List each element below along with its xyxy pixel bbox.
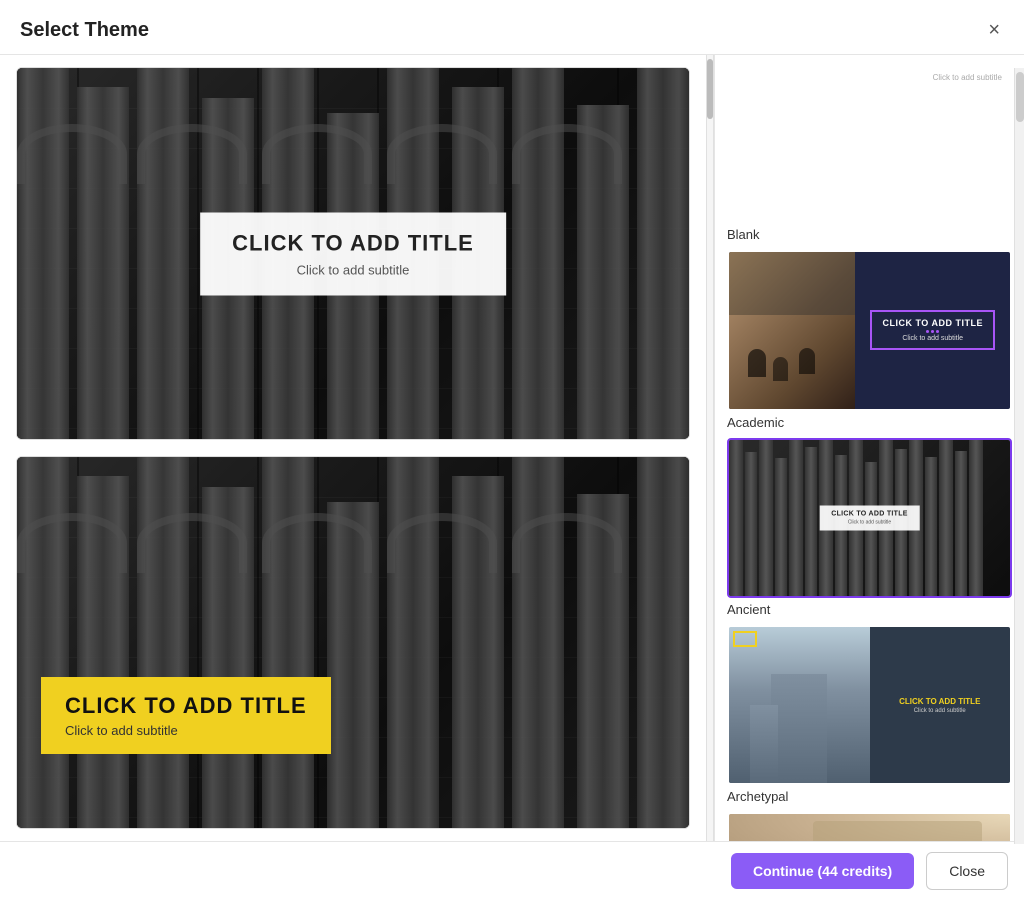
academic-subtitle: Click to add subtitle <box>882 335 983 342</box>
theme-item-archetypal[interactable]: CLICK TO ADD TITLE Click to add subtitle… <box>727 625 1012 804</box>
theme-item-ancient[interactable]: CLICK TO ADD TITLE Click to add subtitle… <box>727 438 1012 617</box>
theme-list-scrollbar[interactable] <box>1014 68 1024 841</box>
theme-name-ancient: Ancient <box>727 602 1012 617</box>
archetypal-subtitle: Click to add subtitle <box>899 708 980 714</box>
slide2-subtitle: Click to add subtitle <box>65 723 307 738</box>
theme-item-academic[interactable]: CLICK TO ADD TITLE Click to add subtitle… <box>727 250 1012 429</box>
preview-scrollbar[interactable] <box>706 55 714 841</box>
select-theme-dialog: Select Theme × <box>0 0 1024 900</box>
theme-panel: Click to add subtitle Blank <box>714 55 1024 841</box>
slide2-content-box[interactable]: CLICK TO ADD TITLE Click to add subtitle <box>41 677 331 754</box>
preview-slide-1[interactable]: CLICK TO ADD TITLE Click to add subtitle <box>16 67 690 440</box>
preview-panel: CLICK TO ADD TITLE Click to add subtitle <box>0 55 706 841</box>
academic-dots <box>882 330 983 333</box>
theme-scrollbar-thumb[interactable] <box>1016 72 1024 122</box>
theme-name-academic: Academic <box>727 415 1012 430</box>
theme-thumbnail-archetypal[interactable]: CLICK TO ADD TITLE Click to add subtitle <box>727 625 1012 785</box>
close-button[interactable]: Close <box>926 852 1008 890</box>
slide2-title: CLICK TO ADD TITLE <box>65 693 307 719</box>
academic-title: CLICK TO ADD TITLE <box>882 318 983 328</box>
ancient-mini-title: CLICK TO ADD TITLE <box>831 510 908 517</box>
slide1-content-box[interactable]: CLICK TO ADD TITLE Click to add subtitle <box>200 212 506 295</box>
academic-content-box: CLICK TO ADD TITLE Click to add subtitle <box>870 310 995 350</box>
archetypal-content: CLICK TO ADD TITLE Click to add subtitle <box>899 697 980 714</box>
theme-name-archetypal: Archetypal <box>727 789 1012 804</box>
blank-subtitle-hint: Click to add subtitle <box>933 73 1002 82</box>
slide1-title: CLICK TO ADD TITLE <box>232 230 474 256</box>
ancient-mini-content: CLICK TO ADD TITLE Click to add subtitle <box>819 505 920 530</box>
theme-thumbnail-blank[interactable]: Click to add subtitle <box>727 63 1012 223</box>
dialog-title: Select Theme <box>20 19 149 42</box>
theme-thumbnail-last[interactable] <box>727 812 1012 841</box>
theme-item-blank[interactable]: Click to add subtitle Blank <box>727 63 1012 242</box>
theme-list: Click to add subtitle Blank <box>715 55 1024 841</box>
theme-thumbnail-ancient[interactable]: CLICK TO ADD TITLE Click to add subtitle <box>727 438 1012 598</box>
ancient-mini-subtitle: Click to add subtitle <box>831 519 908 525</box>
continue-button[interactable]: Continue (44 credits) <box>731 853 914 889</box>
archetypal-title: CLICK TO ADD TITLE <box>899 697 980 706</box>
theme-name-blank: Blank <box>727 227 1012 242</box>
theme-item-last[interactable] <box>727 812 1012 841</box>
close-icon-button[interactable]: × <box>984 16 1004 44</box>
dialog-footer: Continue (44 credits) Close <box>0 841 1024 900</box>
slide1-subtitle: Click to add subtitle <box>232 262 474 277</box>
theme-thumbnail-academic[interactable]: CLICK TO ADD TITLE Click to add subtitle <box>727 250 1012 410</box>
scrollbar-thumb[interactable] <box>707 59 713 119</box>
dialog-header: Select Theme × <box>0 0 1024 55</box>
preview-slide-2[interactable]: CLICK TO ADD TITLE Click to add subtitle <box>16 456 690 829</box>
dialog-body: CLICK TO ADD TITLE Click to add subtitle <box>0 55 1024 841</box>
